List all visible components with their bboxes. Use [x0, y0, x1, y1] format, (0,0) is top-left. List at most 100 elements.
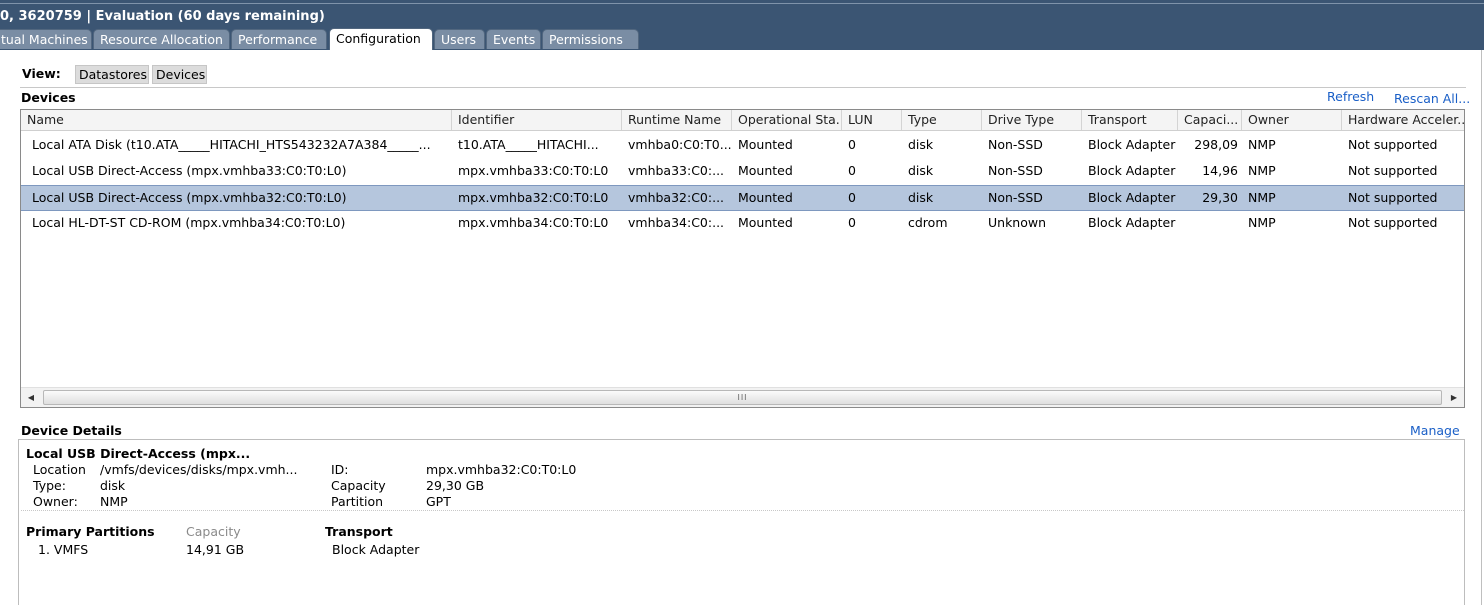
- cell-type: disk: [908, 190, 934, 205]
- cell-operational-state: Mounted: [738, 163, 793, 178]
- cell-capacity: 29,30: [1202, 190, 1238, 205]
- column-header-identifier[interactable]: Identifier: [452, 110, 622, 130]
- tab-events[interactable]: Events: [486, 29, 541, 49]
- horizontal-scrollbar[interactable]: ◀ III ▶: [21, 387, 1464, 407]
- cell-identifier: t10.ATA_____HITACHI...: [458, 137, 599, 152]
- cell-identifier: mpx.vmhba33:C0:T0:L0: [458, 163, 609, 178]
- datastores-view-button[interactable]: Datastores: [75, 65, 149, 84]
- cell-capacity: 298,09: [1194, 137, 1238, 152]
- table-header: Name Identifier Runtime Name Operational…: [21, 110, 1464, 131]
- cell-operational-state: Mounted: [738, 215, 793, 230]
- primary-partitions-heading: Primary Partitions: [26, 524, 155, 539]
- cell-drive-type: Unknown: [988, 215, 1047, 230]
- column-header-runtime-name[interactable]: Runtime Name: [622, 110, 732, 130]
- scroll-right-arrow-icon[interactable]: ▶: [1444, 388, 1464, 407]
- cell-lun: 0: [848, 215, 856, 230]
- cell-runtime-name: vmhba34:C0:...: [628, 215, 725, 230]
- partition-label: Partition: [331, 494, 384, 509]
- cell-type: disk: [908, 163, 934, 178]
- partition-capacity-heading: Capacity: [186, 524, 241, 539]
- partition-capacity: 14,91 GB: [186, 542, 245, 557]
- column-header-transport[interactable]: Transport: [1082, 110, 1178, 130]
- tab-users[interactable]: Users: [434, 29, 485, 49]
- window-header: 0, 3620759 | Evaluation (60 days remaini…: [0, 0, 1484, 50]
- view-divider: [20, 87, 1466, 88]
- table-row[interactable]: Local HL-DT-ST CD-ROM (mpx.vmhba34:C0:T0…: [21, 211, 1464, 237]
- column-header-capacity[interactable]: Capaci...: [1178, 110, 1242, 130]
- id-value: mpx.vmhba32:C0:T0:L0: [426, 462, 577, 477]
- cell-transport: Block Adapter: [1088, 190, 1176, 205]
- cell-owner: NMP: [1248, 190, 1276, 205]
- column-header-lun[interactable]: LUN: [842, 110, 902, 130]
- column-header-type[interactable]: Type: [902, 110, 982, 130]
- column-header-operational-state[interactable]: Operational Sta...: [732, 110, 842, 130]
- column-header-owner[interactable]: Owner: [1242, 110, 1342, 130]
- cell-hardware-acceleration: Not supported: [1348, 137, 1438, 152]
- table-row[interactable]: Local ATA Disk (t10.ATA_____HITACHI_HTS5…: [21, 133, 1464, 159]
- cell-name: Local HL-DT-ST CD-ROM (mpx.vmhba34:C0:T0…: [32, 215, 346, 230]
- cell-runtime-name: vmhba32:C0:...: [628, 190, 725, 205]
- cell-identifier: mpx.vmhba32:C0:T0:L0: [458, 190, 609, 205]
- cell-hardware-acceleration: Not supported: [1348, 190, 1438, 205]
- cell-type: cdrom: [908, 215, 948, 230]
- capacity-value: 29,30 GB: [426, 478, 485, 493]
- tab-permissions[interactable]: Permissions: [542, 29, 639, 49]
- partition-value: GPT: [426, 494, 451, 509]
- cell-drive-type: Non-SSD: [988, 190, 1043, 205]
- device-details-title: Device Details: [21, 423, 122, 438]
- rescan-all-link[interactable]: Rescan All...: [1394, 91, 1470, 106]
- column-header-hardware-acceleration[interactable]: Hardware Acceler...: [1342, 110, 1464, 130]
- table-row-selected[interactable]: Local USB Direct-Access (mpx.vmhba32:C0:…: [21, 185, 1464, 211]
- partition-transport: Block Adapter: [332, 542, 420, 557]
- owner-label: Owner:: [33, 494, 78, 509]
- devices-section-title: Devices: [21, 90, 76, 105]
- id-label: ID:: [331, 462, 349, 477]
- cell-hardware-acceleration: Not supported: [1348, 215, 1438, 230]
- cell-operational-state: Mounted: [738, 190, 793, 205]
- cell-drive-type: Non-SSD: [988, 163, 1043, 178]
- header-divider: [0, 3, 1484, 4]
- partition-name: 1. VMFS: [38, 542, 89, 557]
- refresh-link[interactable]: Refresh: [1327, 89, 1374, 104]
- devices-table: Name Identifier Runtime Name Operational…: [20, 109, 1465, 408]
- type-label: Type:: [33, 478, 66, 493]
- cell-transport: Block Adapter: [1088, 163, 1176, 178]
- cell-name: Local ATA Disk (t10.ATA_____HITACHI_HTS5…: [32, 137, 431, 152]
- cell-capacity: [1178, 211, 1242, 235]
- table-row[interactable]: Local USB Direct-Access (mpx.vmhba33:C0:…: [21, 159, 1464, 185]
- details-divider: [21, 510, 1464, 511]
- cell-name: Local USB Direct-Access (mpx.vmhba33:C0:…: [32, 163, 347, 178]
- tab-virtual-machines[interactable]: tual Machines: [0, 29, 92, 49]
- cell-type: disk: [908, 137, 934, 152]
- cell-lun: 0: [848, 190, 856, 205]
- cell-owner: NMP: [1248, 163, 1276, 178]
- cell-owner: NMP: [1248, 137, 1276, 152]
- location-value: /vmfs/devices/disks/mpx.vmh...: [100, 462, 298, 477]
- cell-transport: Block Adapter: [1088, 137, 1176, 152]
- cell-drive-type: Non-SSD: [988, 137, 1043, 152]
- location-label: Location: [33, 462, 86, 477]
- scrollbar-thumb[interactable]: III: [43, 390, 1442, 405]
- scrollbar-grip: III: [737, 393, 748, 402]
- devices-view-button[interactable]: Devices: [152, 65, 207, 84]
- panel-right-border: [1481, 50, 1482, 605]
- cell-operational-state: Mounted: [738, 137, 793, 152]
- cell-runtime-name: vmhba0:C0:T0...: [628, 137, 732, 152]
- capacity-label: Capacity: [331, 478, 386, 493]
- tab-configuration[interactable]: Configuration: [329, 28, 433, 50]
- scroll-left-arrow-icon[interactable]: ◀: [21, 388, 41, 407]
- cell-hardware-acceleration: Not supported: [1348, 163, 1438, 178]
- cell-lun: 0: [848, 137, 856, 152]
- column-header-name[interactable]: Name: [21, 110, 452, 130]
- device-name: Local USB Direct-Access (mpx...: [26, 446, 251, 461]
- type-value: disk: [100, 478, 126, 493]
- transport-heading: Transport: [325, 524, 393, 539]
- manage-link[interactable]: Manage: [1410, 423, 1460, 438]
- cell-owner: NMP: [1248, 215, 1276, 230]
- tab-resource-allocation[interactable]: Resource Allocation: [93, 29, 230, 49]
- cell-capacity: 14,96: [1202, 163, 1238, 178]
- view-label: View:: [22, 66, 61, 81]
- column-header-drive-type[interactable]: Drive Type: [982, 110, 1082, 130]
- tab-performance[interactable]: Performance: [231, 29, 327, 49]
- owner-value: NMP: [100, 494, 128, 509]
